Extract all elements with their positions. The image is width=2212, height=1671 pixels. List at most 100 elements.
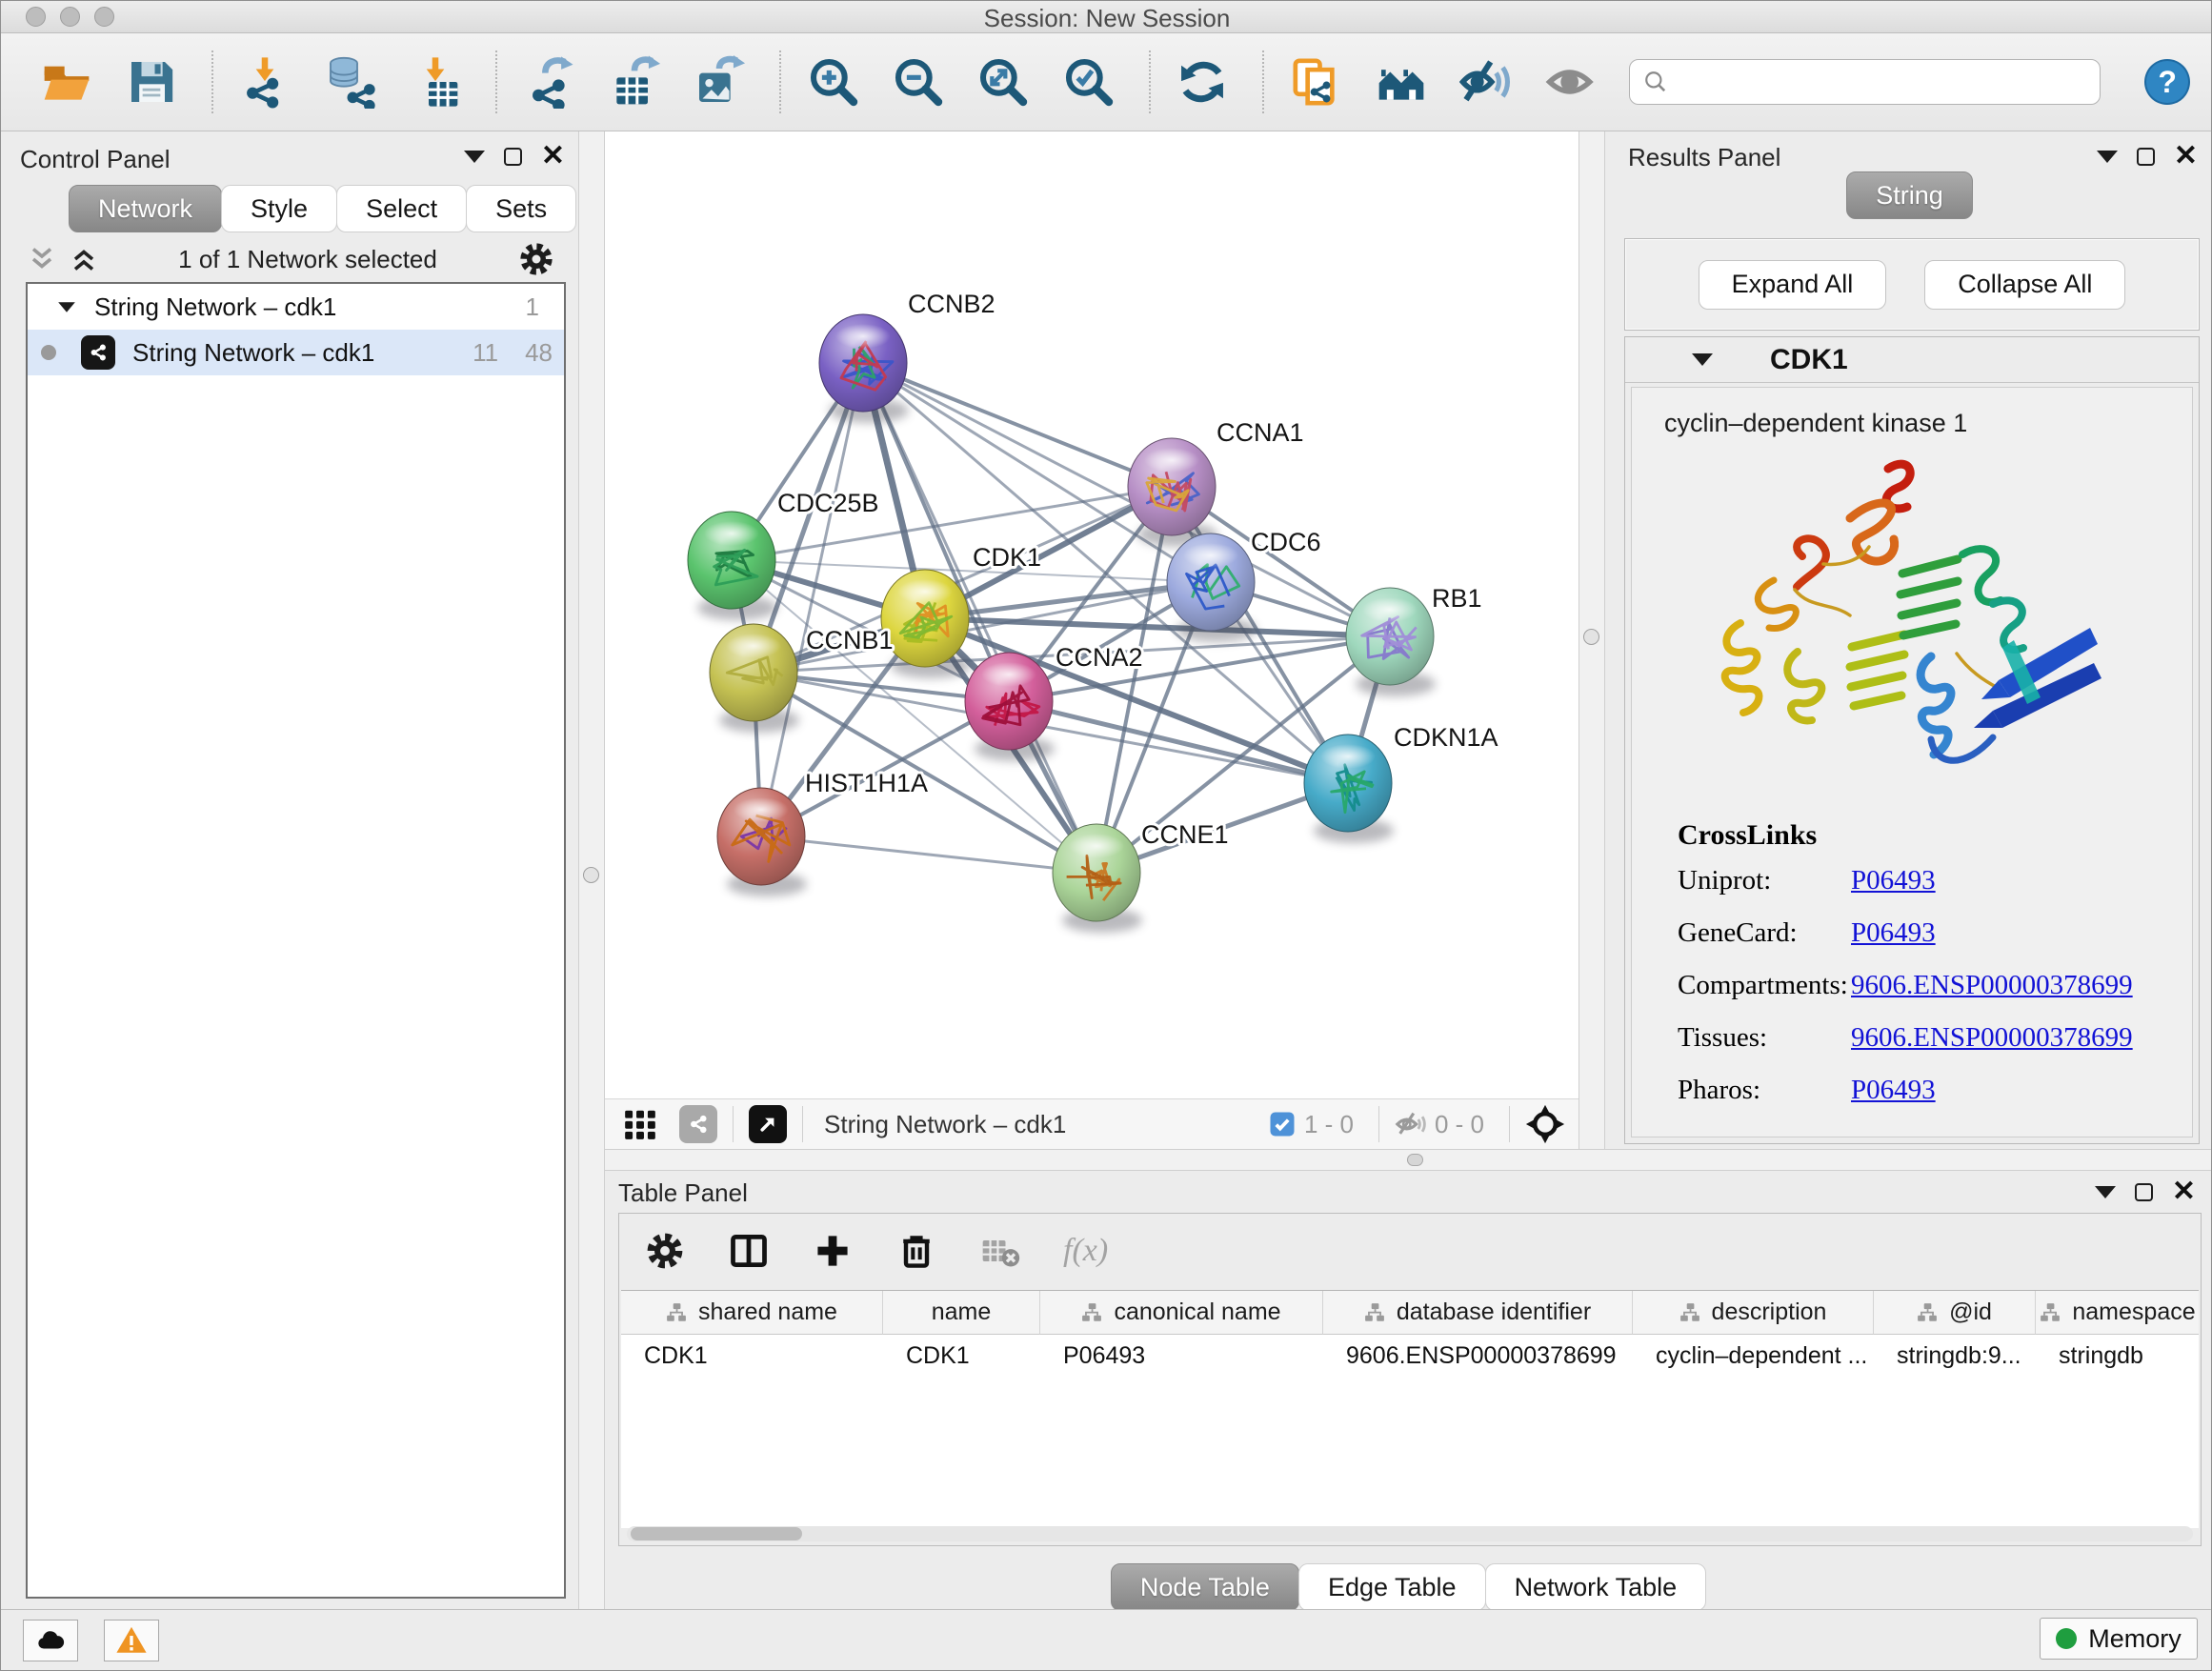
gene-collapse-icon[interactable] (1692, 353, 1713, 366)
panel-menu-icon[interactable] (464, 151, 485, 163)
table-cell[interactable]: stringdb:9... (1874, 1335, 2036, 1377)
network-badge-icon[interactable] (679, 1105, 717, 1143)
tab-network-table[interactable]: Network Table (1485, 1563, 1707, 1611)
table-cell[interactable]: CDK1 (883, 1335, 1040, 1377)
close-panel-icon[interactable]: ✕ (2174, 147, 2198, 166)
close-panel-icon[interactable]: ✕ (2172, 1182, 2196, 1201)
horizontal-splitter-handle[interactable] (1407, 1154, 1423, 1166)
search-input[interactable] (1678, 67, 2086, 98)
network-collection-row[interactable]: String Network – cdk1 1 (28, 284, 564, 330)
clone-network-icon[interactable] (1289, 54, 1343, 110)
table-cell[interactable]: stringdb (2036, 1335, 2199, 1377)
table-cell[interactable]: P06493 (1040, 1335, 1323, 1377)
column-header-namespace[interactable]: namespace (2036, 1291, 2199, 1335)
tab-select[interactable]: Select (336, 185, 467, 232)
import-network-icon[interactable] (238, 54, 292, 110)
column-header-shared-name[interactable]: shared name (621, 1291, 883, 1335)
show-hide-graphics-icon[interactable] (1459, 54, 1514, 110)
network-node-cdc6[interactable]: CDC6 (1167, 528, 1321, 642)
add-column-icon[interactable] (812, 1230, 854, 1272)
close-panel-icon[interactable]: ✕ (541, 147, 565, 166)
table-horizontal-scrollbar[interactable] (627, 1526, 2193, 1541)
network-options-gear-icon[interactable] (517, 240, 555, 278)
expand-all-button[interactable]: Expand All (1699, 260, 1887, 310)
collection-expand-icon[interactable] (58, 302, 75, 312)
tab-edge-table[interactable]: Edge Table (1298, 1563, 1486, 1611)
tab-network[interactable]: Network (69, 185, 222, 232)
horizontal-splitter[interactable] (605, 1149, 2212, 1171)
network-edge[interactable] (925, 618, 1390, 636)
panel-menu-icon[interactable] (2097, 151, 2118, 163)
collapse-all-button[interactable]: Collapse All (1924, 260, 2125, 310)
refresh-icon[interactable] (1176, 54, 1230, 110)
network-node-cdc25b[interactable]: CDC25B (688, 489, 879, 620)
export-network-icon[interactable] (522, 54, 576, 110)
float-panel-icon[interactable] (2135, 1183, 2153, 1201)
network-node-cdkn1a[interactable]: CDKN1A (1304, 723, 1498, 843)
hidden-eye-icon[interactable] (1395, 1108, 1427, 1140)
float-panel-icon[interactable] (504, 148, 522, 166)
import-table-icon[interactable] (409, 54, 463, 110)
column-header-database-identifier[interactable]: database identifier (1323, 1291, 1633, 1335)
table-cell[interactable]: 9606.ENSP00000378699 (1323, 1335, 1633, 1377)
import-network-from-database-icon[interactable] (323, 54, 377, 110)
right-splitter[interactable] (1579, 131, 1605, 1149)
left-splitter[interactable] (578, 131, 605, 1609)
memory-button[interactable]: Memory (2040, 1618, 2198, 1660)
scrollbar-thumb[interactable] (631, 1527, 802, 1540)
float-panel-icon[interactable] (2137, 148, 2155, 166)
table-cell[interactable]: CDK1 (621, 1335, 883, 1377)
level-of-detail-eye-icon[interactable] (1544, 54, 1599, 110)
crosslink-value-link[interactable]: P06493 (1851, 917, 1936, 949)
network-node-hist1h1a[interactable]: HIST1H1A (717, 769, 928, 896)
cloud-button[interactable] (23, 1620, 78, 1661)
birds-eye-view-icon[interactable] (1525, 1104, 1565, 1144)
zoom-in-icon[interactable] (806, 54, 860, 110)
selected-checkbox-icon[interactable] (1268, 1110, 1297, 1138)
panel-menu-icon[interactable] (2095, 1186, 2116, 1198)
collapse-all-icon[interactable] (28, 245, 56, 273)
left-splitter-handle[interactable] (583, 867, 599, 883)
zoom-out-icon[interactable] (891, 54, 945, 110)
grid-view-icon[interactable] (622, 1106, 658, 1142)
table-options-gear-icon[interactable] (644, 1230, 686, 1272)
delete-column-icon[interactable] (895, 1230, 937, 1272)
network-canvas[interactable]: CCNB2CCNA1CDC25BCDK1CDC6RB1CCNB1CCNA2CDK… (605, 131, 1579, 1098)
crosslink-value-link[interactable]: 9606.ENSP00000378699 (1851, 1022, 2133, 1054)
zoom-fit-icon[interactable] (976, 54, 1031, 110)
warnings-button[interactable] (104, 1620, 159, 1661)
tab-node-table[interactable]: Node Table (1111, 1563, 1299, 1611)
network-node-rb1[interactable]: RB1 (1346, 584, 1482, 696)
expand-all-icon[interactable] (70, 245, 98, 273)
save-session-icon[interactable] (124, 54, 178, 110)
open-in-new-window-icon[interactable] (749, 1105, 787, 1143)
first-neighbors-icon[interactable] (1374, 54, 1428, 110)
network-node-ccne1[interactable]: CCNE1 (1053, 820, 1229, 933)
crosslink-row: Uniprot:P06493 (1678, 865, 2192, 896)
tab-string[interactable]: String (1846, 171, 1973, 219)
export-table-icon[interactable] (607, 54, 661, 110)
crosslink-row: GeneCard:P06493 (1678, 917, 2192, 949)
help-button[interactable]: ? (2144, 59, 2190, 105)
crosslink-value-link[interactable]: 9606.ENSP00000378699 (1851, 970, 2133, 1001)
table-cell[interactable]: cyclin–dependent ... (1633, 1335, 1874, 1377)
gene-header[interactable]: CDK1 (1625, 337, 2199, 383)
column-header-name[interactable]: name (883, 1291, 1040, 1335)
network-row[interactable]: String Network – cdk1 11 48 (28, 330, 564, 375)
crosslink-label: Pharos: (1678, 1075, 1851, 1106)
tab-sets[interactable]: Sets (466, 185, 576, 232)
right-splitter-handle[interactable] (1583, 629, 1599, 645)
column-header--id[interactable]: @id (1874, 1291, 2036, 1335)
show-columns-icon[interactable] (728, 1230, 770, 1272)
export-image-icon[interactable] (693, 54, 747, 110)
open-session-icon[interactable] (39, 54, 93, 110)
crosslink-value-link[interactable]: P06493 (1851, 865, 1936, 896)
column-header-canonical-name[interactable]: canonical name (1040, 1291, 1323, 1335)
tab-style[interactable]: Style (221, 185, 337, 232)
table-row[interactable]: CDK1CDK1P064939606.ENSP00000378699cyclin… (621, 1335, 2199, 1377)
column-header-description[interactable]: description (1633, 1291, 1874, 1335)
network-node-ccna2[interactable]: CCNA2 (965, 643, 1143, 761)
crosslink-value-link[interactable]: P06493 (1851, 1075, 1936, 1106)
zoom-selected-icon[interactable] (1061, 54, 1116, 110)
crosslink-label: GeneCard: (1678, 917, 1851, 949)
